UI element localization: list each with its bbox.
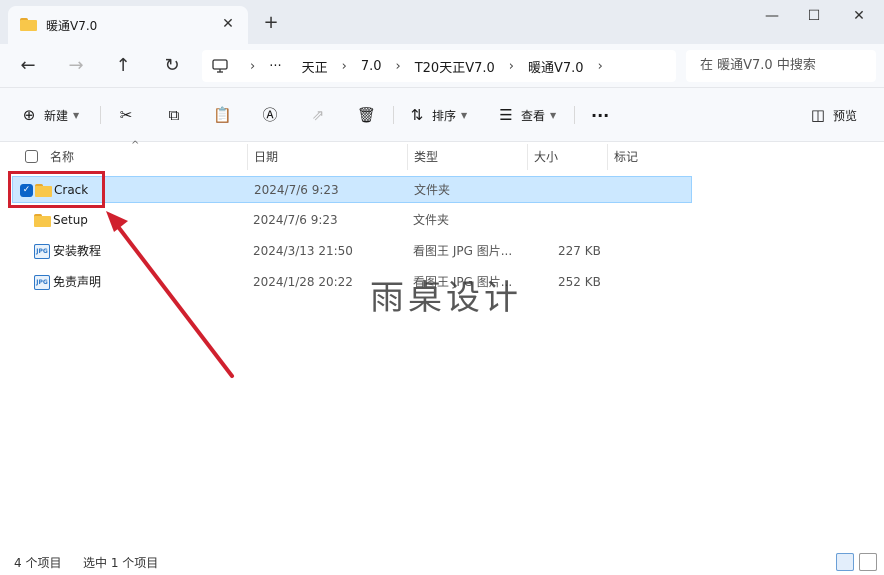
folder-icon	[34, 214, 51, 227]
preview-label: 预览	[833, 108, 858, 123]
sort-arrows-icon: ⇅	[410, 106, 424, 124]
file-type: 文件夹	[413, 213, 450, 227]
paste-button[interactable]: 📋	[213, 102, 237, 128]
new-tab-button[interactable]: +	[262, 14, 280, 32]
file-date: 2024/7/6 9:23	[254, 183, 339, 197]
copy-button[interactable]: ⧉	[165, 102, 189, 128]
delete-button[interactable]: 🗑	[357, 102, 381, 128]
view-label: 查看	[521, 108, 546, 123]
file-type: 文件夹	[414, 183, 451, 197]
new-button[interactable]: ⊕ 新建 ▼	[20, 102, 79, 128]
minimize-button[interactable]: —	[759, 6, 785, 26]
breadcrumb-separator-icon: ›	[250, 58, 256, 74]
file-row[interactable]: ✓ Crack 2024/7/6 9:23 文件夹	[12, 176, 692, 203]
column-header-name[interactable]: 名称	[44, 144, 248, 170]
copy-icon: ⧉	[168, 106, 180, 124]
file-date: 2024/1/28 20:22	[253, 275, 353, 289]
sort-label: 排序	[432, 108, 457, 123]
monitor-icon	[212, 59, 228, 73]
file-row[interactable]: Setup 2024/7/6 9:23 文件夹	[12, 207, 692, 234]
tiles-view-icon[interactable]	[859, 553, 877, 571]
tab-title: 暖通V7.0	[46, 18, 98, 33]
status-bar: 4 个项目 选中 1 个项目	[0, 548, 884, 575]
breadcrumb-separator-icon: ›	[508, 58, 514, 74]
command-bar: ⊕ 新建 ▼ ✂ ⧉ 📋 Ⓐ ⇗ 🗑 ⇅ 排序 ▼ ☰ 查看 ▼ ··· ◫ 预…	[0, 88, 884, 142]
item-count: 4 个项目	[14, 556, 62, 570]
tab-close-icon[interactable]: ✕	[220, 16, 236, 32]
scissors-icon: ✂	[119, 106, 133, 124]
select-all-checkbox[interactable]	[25, 150, 38, 163]
close-window-button[interactable]: ✕	[846, 6, 872, 26]
folder-icon	[20, 18, 38, 32]
rename-icon: Ⓐ	[262, 106, 278, 124]
file-row[interactable]: JPG 安装教程 2024/3/13 21:50 看图王 JPG 图片... 2…	[12, 238, 692, 265]
breadcrumb-separator-icon: ›	[597, 58, 603, 74]
file-name: 免责声明	[53, 275, 102, 289]
file-type: 看图王 JPG 图片...	[413, 244, 513, 258]
breadcrumb-tianzheng[interactable]: 天正	[302, 57, 328, 76]
breadcrumb-separator-icon: ›	[341, 58, 347, 74]
preview-pane-icon: ◫	[810, 106, 826, 124]
breadcrumb-separator-icon: ›	[395, 58, 401, 74]
column-header-tags[interactable]: 标记	[608, 144, 696, 170]
divider	[100, 106, 101, 124]
divider	[574, 106, 575, 124]
rename-button[interactable]: Ⓐ	[261, 102, 285, 128]
tab-current[interactable]: 暖通V7.0 ✕	[8, 6, 248, 44]
list-view-icon: ☰	[499, 106, 513, 124]
jpg-file-icon: JPG	[34, 244, 50, 259]
highlight-box	[8, 171, 105, 208]
view-button[interactable]: ☰ 查看 ▼	[497, 102, 556, 128]
chevron-down-icon: ▼	[461, 110, 468, 120]
file-row[interactable]: JPG 免责声明 2024/1/28 20:22 看图王 JPG 图片... 2…	[12, 269, 692, 296]
share-button[interactable]: ⇗	[309, 102, 333, 128]
clipboard-icon: 📋	[213, 106, 232, 124]
preview-button[interactable]: ◫ 预览	[809, 102, 857, 128]
file-size: 227 KB	[558, 244, 601, 258]
back-button[interactable]: ←	[16, 54, 40, 78]
file-name: Setup	[53, 213, 88, 227]
plus-circle-icon: ⊕	[22, 106, 36, 124]
details-view-icon[interactable]	[836, 553, 854, 571]
breadcrumb-hvac[interactable]: 暖通V7.0	[528, 57, 584, 76]
more-options-button[interactable]: ···	[591, 102, 609, 128]
address-bar[interactable]: › ··· 天正 › 7.0 › T20天正V7.0 › 暖通V7.0 ›	[202, 50, 676, 82]
share-icon: ⇗	[311, 106, 325, 124]
navigation-bar: ← → ↑ ↻ › ··· 天正 › 7.0 › T20天正V7.0 › 暖通V…	[0, 44, 884, 88]
up-button[interactable]: ↑	[111, 54, 135, 78]
selected-count: 选中 1 个项目	[83, 556, 159, 570]
title-bar: 暖通V7.0 ✕ + — ☐ ✕	[0, 0, 884, 44]
cut-button[interactable]: ✂	[117, 102, 141, 128]
sort-button[interactable]: ⇅ 排序 ▼	[408, 102, 467, 128]
chevron-down-icon: ▼	[550, 110, 557, 120]
watermark-text: 雨桌设计	[370, 278, 522, 318]
jpg-file-icon: JPG	[34, 275, 50, 290]
breadcrumb-7-0[interactable]: 7.0	[361, 59, 382, 74]
column-header-date[interactable]: 日期	[248, 144, 408, 170]
breadcrumb-t20[interactable]: T20天正V7.0	[415, 57, 495, 76]
trash-icon: 🗑	[357, 106, 377, 124]
file-date: 2024/7/6 9:23	[253, 213, 338, 227]
file-size: 252 KB	[558, 275, 601, 289]
refresh-button[interactable]: ↻	[160, 54, 184, 78]
breadcrumb-overflow[interactable]: ···	[269, 59, 281, 74]
file-date: 2024/3/13 21:50	[253, 244, 353, 258]
new-label: 新建	[44, 108, 69, 123]
column-header-type[interactable]: 类型	[408, 144, 528, 170]
file-name: 安装教程	[53, 244, 102, 258]
maximize-button[interactable]: ☐	[801, 6, 827, 26]
divider	[393, 106, 394, 124]
forward-button[interactable]: →	[64, 54, 88, 78]
search-input[interactable]: 在 暖通V7.0 中搜索	[686, 50, 876, 82]
column-header-size[interactable]: 大小	[528, 144, 608, 170]
chevron-down-icon: ▼	[73, 110, 80, 120]
